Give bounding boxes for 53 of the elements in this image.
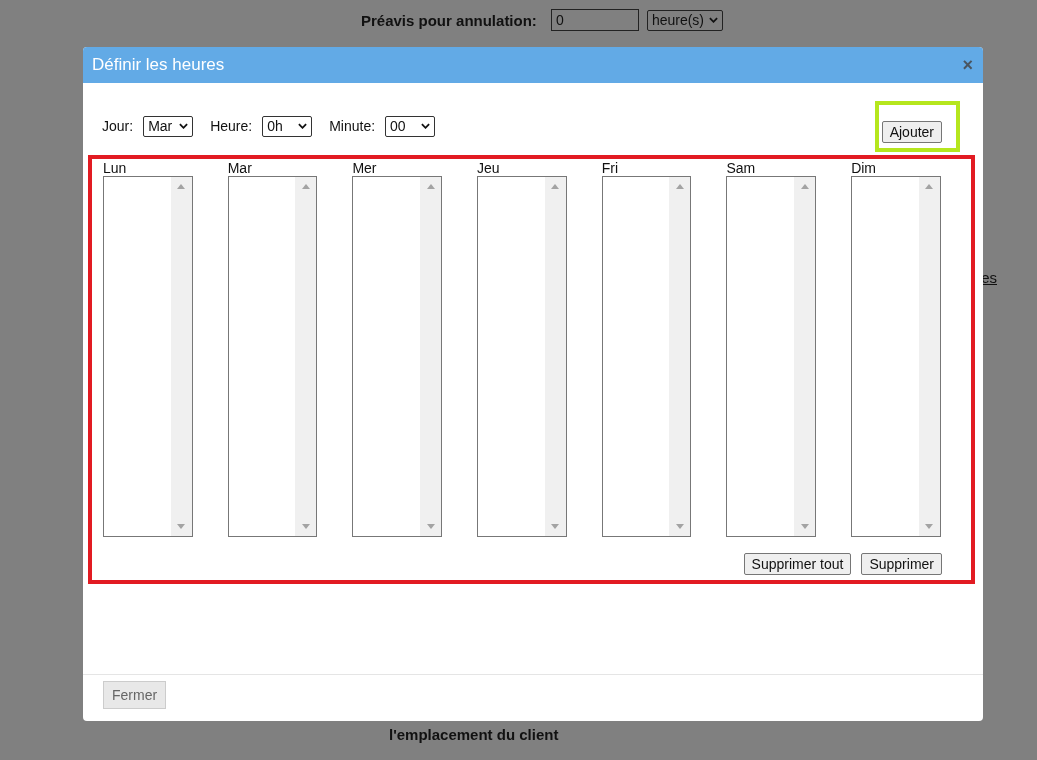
field-label: Minute: xyxy=(329,118,376,134)
up-arrow-icon xyxy=(800,184,809,189)
select-field[interactable]: 0h xyxy=(262,115,313,137)
scrollbar[interactable] xyxy=(794,177,816,536)
down-arrow-icon xyxy=(800,524,809,529)
unit-select[interactable]: heure(s) xyxy=(646,9,723,31)
day-label: Fri xyxy=(601,161,620,176)
delete-button[interactable]: Supprimer xyxy=(861,553,942,575)
notice-label: Préavis pour annulation: xyxy=(361,11,537,29)
up-arrow-icon xyxy=(426,184,435,189)
down-arrow-icon xyxy=(426,524,435,529)
day-label: Sam xyxy=(726,161,757,176)
scrollbar[interactable] xyxy=(420,177,442,536)
day-label: Mar xyxy=(227,161,253,176)
delete-button[interactable]: Supprimer tout xyxy=(743,553,852,575)
scrollbar[interactable] xyxy=(295,177,317,536)
chevron-icon xyxy=(298,123,308,129)
field-label: Heure: xyxy=(210,118,253,134)
notice-field[interactable]: 0 xyxy=(550,9,639,31)
up-arrow-icon xyxy=(925,184,934,189)
down-arrow-icon xyxy=(177,524,186,529)
up-arrow-icon xyxy=(551,184,560,189)
list-box[interactable] xyxy=(227,176,318,537)
scrollbar[interactable] xyxy=(170,177,192,536)
scrollbar[interactable] xyxy=(544,177,566,536)
add-button[interactable]: Ajouter xyxy=(881,120,942,143)
field-label: Jour: xyxy=(102,118,134,134)
chevron-icon xyxy=(709,17,718,23)
day-label: Mer xyxy=(352,161,378,176)
page-text: l'emplacement du client xyxy=(389,726,559,743)
list-box[interactable] xyxy=(477,176,567,537)
list-box[interactable] xyxy=(601,176,692,537)
day-label: Jeu xyxy=(477,161,501,176)
up-arrow-icon xyxy=(301,184,310,189)
list-box[interactable] xyxy=(103,176,193,537)
day-label: Dim xyxy=(851,161,877,176)
scrollbar[interactable] xyxy=(669,177,691,536)
up-arrow-icon xyxy=(675,184,684,189)
select-field[interactable]: 00 xyxy=(385,115,436,137)
list-box[interactable] xyxy=(851,176,941,537)
chevron-icon xyxy=(179,123,189,129)
down-arrow-icon xyxy=(675,524,684,529)
day-label: Lun xyxy=(103,161,128,176)
down-arrow-icon xyxy=(301,524,310,529)
down-arrow-icon xyxy=(551,524,560,529)
up-arrow-icon xyxy=(177,184,186,189)
scrollbar[interactable] xyxy=(918,177,940,536)
chevron-icon xyxy=(421,123,431,129)
list-box[interactable] xyxy=(352,176,443,537)
dialog-title: Définir les heures xyxy=(92,55,225,75)
down-arrow-icon xyxy=(925,524,934,529)
list-box[interactable] xyxy=(726,176,817,537)
select-field[interactable]: Mar xyxy=(143,115,194,137)
